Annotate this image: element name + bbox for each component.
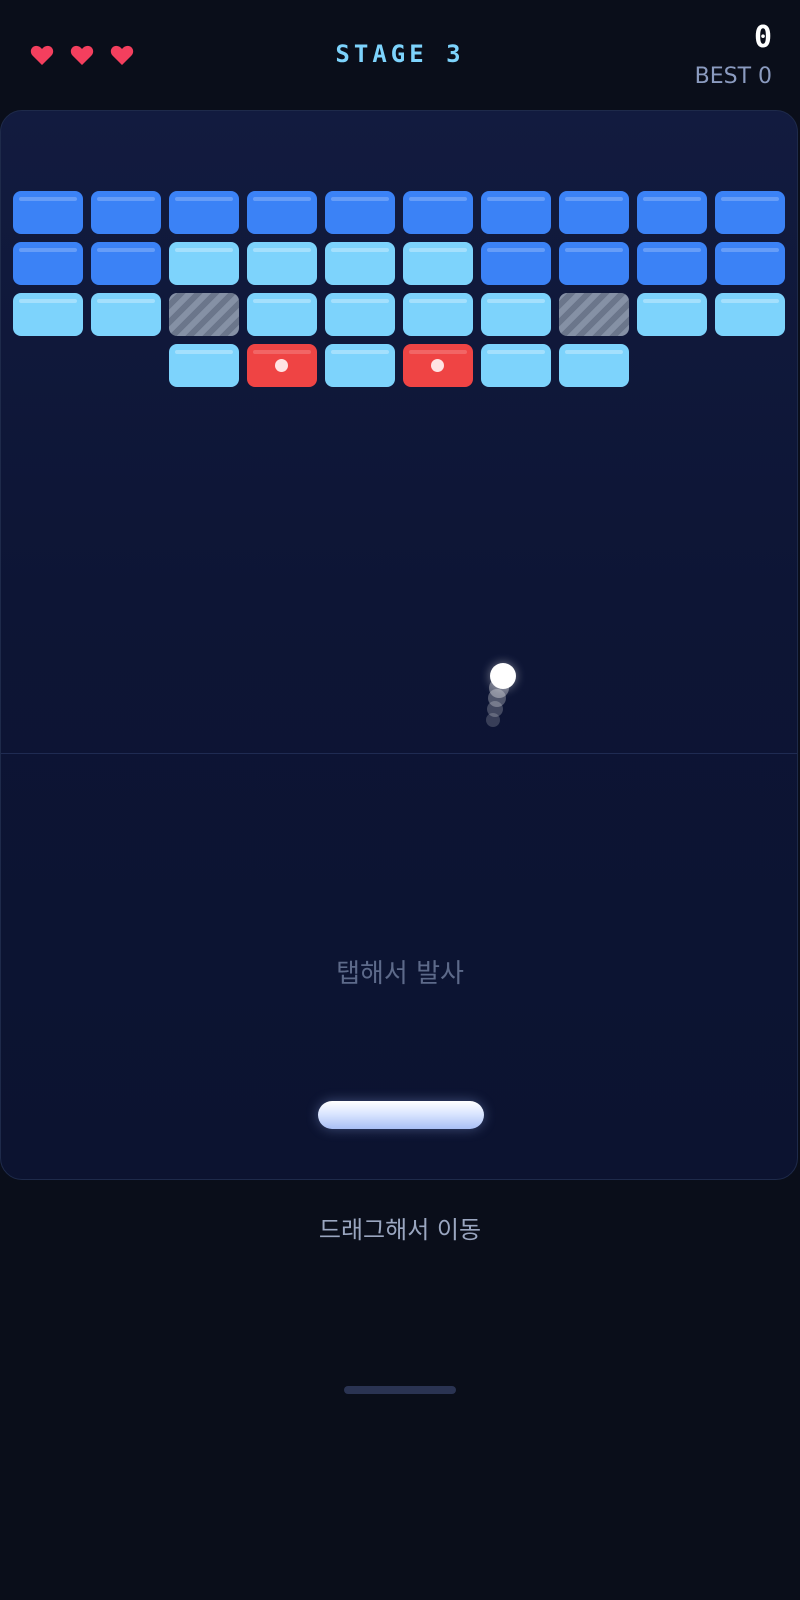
brick-light [247, 293, 317, 336]
brick-blue [559, 242, 629, 285]
brick-blue [247, 191, 317, 234]
brick-light [481, 293, 551, 336]
brick-blue [13, 242, 83, 285]
powerup-dot-icon [275, 359, 288, 372]
brick-blue [715, 191, 785, 234]
brick-light [169, 344, 239, 387]
brick-light [481, 344, 551, 387]
brick-light [715, 293, 785, 336]
brick-blue [637, 191, 707, 234]
brick-blue [169, 191, 239, 234]
brick-light [325, 293, 395, 336]
brick-light [559, 344, 629, 387]
brick-light [169, 242, 239, 285]
paddle[interactable] [318, 1101, 484, 1129]
brick-light [637, 293, 707, 336]
home-indicator [344, 1386, 456, 1394]
game-board[interactable]: 탭해서 발사 [0, 110, 798, 1180]
brick-red [247, 344, 317, 387]
brick-light [247, 242, 317, 285]
brick-light [91, 293, 161, 336]
brick-light [325, 344, 395, 387]
ball [490, 663, 516, 689]
brick-blue [403, 191, 473, 234]
stage-label: STAGE 3 [335, 40, 465, 68]
game-screen: STAGE 3 0 BEST 0 탭해서 발사 드래그해서 이동 [0, 0, 800, 1600]
brick-steel [559, 293, 629, 336]
brick-blue [637, 242, 707, 285]
brick-blue [13, 191, 83, 234]
brick-blue [325, 191, 395, 234]
brick-light [403, 242, 473, 285]
brick-light [403, 293, 473, 336]
brick-blue [715, 242, 785, 285]
best-score: BEST 0 [694, 64, 772, 89]
tap-to-launch-hint: 탭해서 발사 [336, 959, 464, 989]
brick-blue [91, 191, 161, 234]
brick-light [13, 293, 83, 336]
powerup-dot-icon [431, 359, 444, 372]
brick-steel [169, 293, 239, 336]
brick-blue [481, 242, 551, 285]
brick-red [403, 344, 473, 387]
brick-blue [559, 191, 629, 234]
brick-light [325, 242, 395, 285]
drag-to-move-hint: 드래그해서 이동 [318, 1216, 482, 1244]
brick-blue [91, 242, 161, 285]
brick-blue [481, 191, 551, 234]
score-value: 0 [753, 20, 772, 55]
launch-zone-divider [1, 753, 797, 754]
